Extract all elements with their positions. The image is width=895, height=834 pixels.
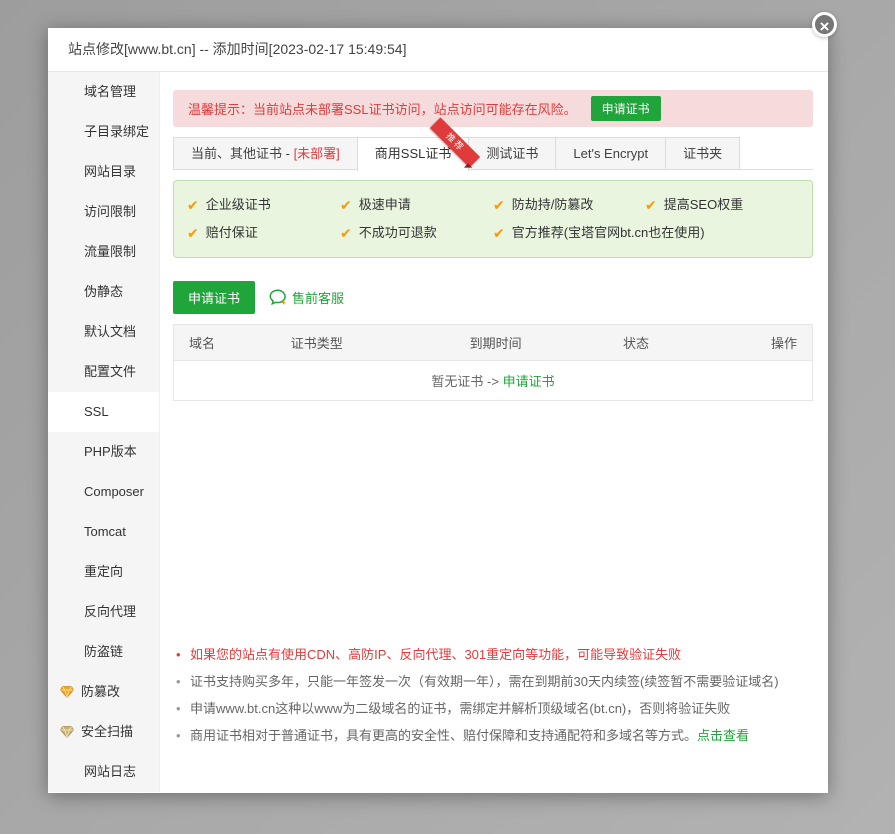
sidebar-item-config-file[interactable]: 配置文件 xyxy=(48,352,159,392)
presale-service-link[interactable]: 售前客服 xyxy=(269,288,344,307)
feature-item: ✔ 极速申请 xyxy=(340,195,493,215)
sidebar-item-site-log[interactable]: 网站日志 xyxy=(48,752,159,792)
click-view-link[interactable]: 点击查看 xyxy=(697,728,749,743)
tab-current-other-cert[interactable]: 当前、其他证书 - [未部署] xyxy=(173,137,358,169)
note-renewal: 证书支持购买多年，只能一年签发一次（有效期一年），需在到期前30天内续签(续签暂… xyxy=(173,668,813,695)
empty-cert-text: 暂无证书 -> xyxy=(431,374,499,389)
feature-label: 赔付保证 xyxy=(205,225,258,240)
sidebar-item-security-scan[interactable]: 安全扫描 xyxy=(48,712,159,752)
empty-apply-cert-link[interactable]: 申请证书 xyxy=(503,374,555,389)
check-icon: ✔ xyxy=(187,197,199,213)
feature-label: 提高SEO权重 xyxy=(663,197,744,212)
sidebar-item-php-version[interactable]: PHP版本 xyxy=(48,432,159,472)
cert-table: 域名 证书类型 到期时间 状态 操作 暂无证书 -> 申请证书 xyxy=(173,324,813,401)
col-domain: 域名 xyxy=(173,324,276,361)
sidebar-item-default-doc[interactable]: 默认文档 xyxy=(48,312,159,352)
sidebar-item-label: 防篡改 xyxy=(81,684,121,699)
sidebar-item-access-limit[interactable]: 访问限制 xyxy=(48,192,159,232)
tab-label: 当前、其他证书 - xyxy=(191,146,294,161)
sidebar-item-traffic-limit[interactable]: 流量限制 xyxy=(48,232,159,272)
feature-item: ✔ 官方推荐(宝塔官网bt.cn也在使用) xyxy=(493,223,705,243)
check-icon: ✔ xyxy=(340,225,352,241)
feature-item: ✔ 防劫持/防篡改 xyxy=(493,195,645,215)
feature-item: ✔ 赔付保证 xyxy=(187,223,340,243)
sidebar-item-label: 安全扫描 xyxy=(81,724,134,739)
ssl-notes: 如果您的站点有使用CDN、高防IP、反向代理、301重定向等功能，可能导致验证失… xyxy=(173,641,813,749)
chat-bubble-icon xyxy=(269,289,287,306)
col-status: 状态 xyxy=(608,324,749,361)
sidebar-item-ssl[interactable]: SSL xyxy=(48,392,159,432)
feature-label: 防劫持/防篡改 xyxy=(511,197,594,212)
note-commercial-cert: 商用证书相对于普通证书，具有更高的安全性、赔付保障和支持通配符和多域名等方式。点… xyxy=(173,722,813,749)
tab-undeployed-tag: [未部署] xyxy=(293,146,340,161)
cert-feature-box: ✔ 企业级证书 ✔ 极速申请 ✔ 防劫持/防篡改 ✔ 提高SEO权重 ✔ 赔付保证 ✔ 不成… xyxy=(173,180,813,258)
feature-item: ✔ 提高SEO权重 xyxy=(645,195,799,215)
note-text: 商用证书相对于普通证书，具有更高的安全性、赔付保障和支持通配符和多域名等方式。 xyxy=(190,728,698,743)
tab-label: 商用SSL证书 xyxy=(374,146,452,161)
gem-icon xyxy=(60,686,74,698)
site-modify-dialog: × 站点修改[www.bt.cn] -- 添加时间[2023-02-17 15:… xyxy=(48,12,837,793)
tab-test-cert[interactable]: 测试证书 xyxy=(468,137,557,169)
note-cdn-warning: 如果您的站点有使用CDN、高防IP、反向代理、301重定向等功能，可能导致验证失… xyxy=(173,641,813,668)
sidebar-item-domain-manage[interactable]: 域名管理 xyxy=(48,72,159,112)
feature-item: ✔ 企业级证书 xyxy=(187,195,340,215)
check-icon: ✔ xyxy=(187,225,199,241)
cert-table-empty-row: 暂无证书 -> 申请证书 xyxy=(174,361,813,401)
ssl-warning-bar: 温馨提示：当前站点未部署SSL证书访问，站点访问可能存在风险。 申请证书 xyxy=(173,90,813,127)
sidebar-item-hotlink-protect[interactable]: 防盗链 xyxy=(48,632,159,672)
check-icon: ✔ xyxy=(645,197,657,213)
tab-commercial-ssl[interactable]: 商用SSL证书 推荐 xyxy=(356,117,481,171)
close-icon[interactable]: × xyxy=(812,12,837,37)
ssl-tabs: 当前、其他证书 - [未部署] 商用SSL证书 推荐 测试证书 Let's En… xyxy=(173,117,813,171)
sidebar: 域名管理 子目录绑定 网站目录 访问限制 流量限制 伪静态 默认文档 配置文件 … xyxy=(48,72,160,792)
col-expire-time: 到期时间 xyxy=(454,324,608,361)
feature-label: 不成功可退款 xyxy=(358,225,437,240)
ssl-warning-text: 温馨提示：当前站点未部署SSL证书访问，站点访问可能存在风险。 xyxy=(188,102,577,117)
check-icon: ✔ xyxy=(493,225,505,241)
cert-table-header-row: 域名 证书类型 到期时间 状态 操作 xyxy=(173,324,813,361)
sidebar-item-composer[interactable]: Composer xyxy=(48,472,159,512)
feature-item: ✔ 不成功可退款 xyxy=(340,223,493,243)
feature-label: 企业级证书 xyxy=(205,197,271,212)
sidebar-item-redirect[interactable]: 重定向 xyxy=(48,552,159,592)
tab-lets-encrypt[interactable]: Let's Encrypt xyxy=(555,137,667,169)
check-icon: ✔ xyxy=(340,197,352,213)
apply-cert-button[interactable]: 申请证书 xyxy=(173,281,256,314)
sidebar-item-reverse-proxy[interactable]: 反向代理 xyxy=(48,592,159,632)
feature-label: 官方推荐(宝塔官网bt.cn也在使用) xyxy=(511,225,705,240)
sidebar-item-tamper-proof[interactable]: 防篡改 xyxy=(48,672,159,712)
note-www-domain: 申请www.bt.cn这种以www为二级域名的证书，需绑定并解析顶级域名(bt.… xyxy=(173,695,813,722)
col-operation: 操作 xyxy=(748,324,813,361)
col-cert-type: 证书类型 xyxy=(275,324,455,361)
warning-apply-cert-button[interactable]: 申请证书 xyxy=(590,96,661,121)
sidebar-item-rewrite[interactable]: 伪静态 xyxy=(48,272,159,312)
ssl-panel: 温馨提示：当前站点未部署SSL证书访问，站点访问可能存在风险。 申请证书 当前、… xyxy=(160,72,828,792)
sidebar-item-site-dir[interactable]: 网站目录 xyxy=(48,152,159,192)
dialog-title: 站点修改[www.bt.cn] -- 添加时间[2023-02-17 15:49… xyxy=(48,28,828,72)
sidebar-item-subdir-bind[interactable]: 子目录绑定 xyxy=(48,112,159,152)
presale-service-label: 售前客服 xyxy=(292,291,345,306)
sidebar-item-tomcat[interactable]: Tomcat xyxy=(48,512,159,552)
feature-label: 极速申请 xyxy=(358,197,411,212)
check-icon: ✔ xyxy=(493,197,505,213)
tab-cert-folder[interactable]: 证书夹 xyxy=(665,137,741,169)
gem-icon xyxy=(60,726,74,738)
